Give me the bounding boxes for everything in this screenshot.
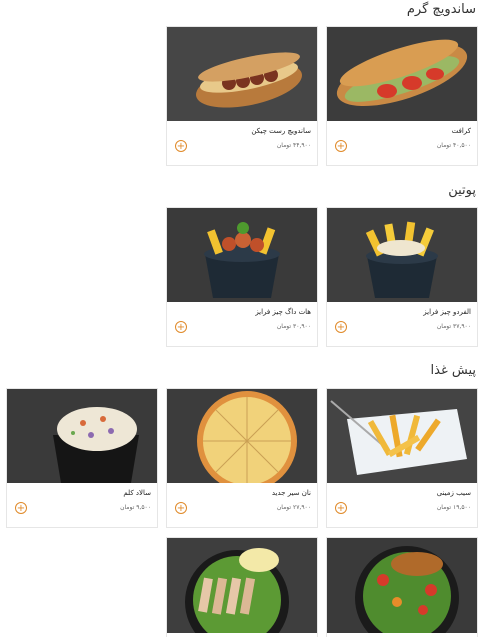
add-to-cart-button[interactable]: + [175,502,187,514]
item-name: نان سیر جدید [271,489,311,497]
menu-card-garlic-bread[interactable]: نان سیر جدید ۲۷,۹۰۰ تومان + [166,388,318,528]
add-to-cart-button[interactable]: + [335,502,347,514]
section-title-poutine: پوتین [448,183,476,198]
item-name: کرافت [451,127,471,135]
item-price: ۱۹,۵۰۰ تومان [436,504,471,511]
menu-card-hotdog-cheese-fries[interactable]: هات داگ چیز فرایز ۳۰,۹۰۰ تومان + [166,207,318,347]
food-photo [327,389,477,483]
item-name: الفردو چیز فرایز [423,308,471,316]
food-photo [167,208,317,302]
menu-card-kraft[interactable]: کرافت ۴۰,۵۰۰ تومان + [326,26,478,166]
food-photo [167,538,317,633]
item-name: ساندویچ رست چیکن [251,127,311,135]
section-title-hot-sandwich: ساندویچ گرم [406,2,476,17]
menu-card-roast-chicken[interactable]: ساندویچ رست چیکن ۴۴,۹۰۰ تومان + [166,26,318,166]
food-photo [7,389,157,483]
food-photo [167,389,317,483]
food-photo [327,27,477,121]
food-photo [167,27,317,121]
item-price: ۳۷,۹۰۰ تومان [436,323,471,330]
menu-card-coleslaw[interactable]: سالاد کلم ۹,۵۰۰ تومان + [6,388,158,528]
section-title-appetizers: پیش غذا [430,363,476,378]
menu-card-fries[interactable]: سیب زمینی ۱۹,۵۰۰ تومان + [326,388,478,528]
item-price: ۳۰,۹۰۰ تومان [276,323,311,330]
item-name: سیب زمینی [436,489,471,497]
item-name: هات داگ چیز فرایز [255,308,311,316]
add-to-cart-button[interactable]: + [335,140,347,152]
add-to-cart-button[interactable]: + [335,321,347,333]
add-to-cart-button[interactable]: + [175,140,187,152]
menu-card-alfredo-cheese-fries[interactable]: الفردو چیز فرایز ۳۷,۹۰۰ تومان + [326,207,478,347]
add-to-cart-button[interactable]: + [15,502,27,514]
add-to-cart-button[interactable]: + [175,321,187,333]
menu-card-chicken-salad[interactable] [166,537,318,637]
item-price: ۴۴,۹۰۰ تومان [276,142,311,149]
item-price: ۹,۵۰۰ تومان [120,504,151,511]
item-name: سالاد کلم [123,489,151,497]
item-price: ۴۰,۵۰۰ تومان [436,142,471,149]
food-photo [327,208,477,302]
food-photo [327,538,477,633]
item-price: ۲۷,۹۰۰ تومان [276,504,311,511]
menu-card-salad[interactable] [326,537,478,637]
